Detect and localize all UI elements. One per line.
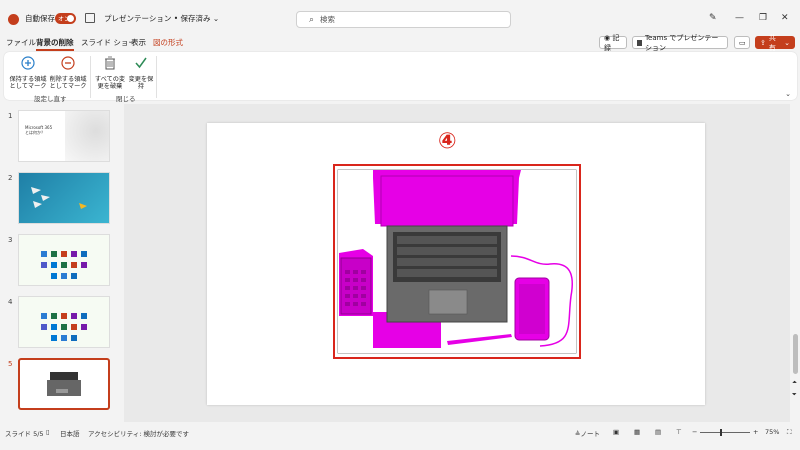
search-placeholder: 検索 [320,15,336,24]
record-button[interactable]: ◉ 記録 [599,34,627,52]
mark-areas-to-remove-button[interactable]: 削除する領域としてマーク [48,53,88,91]
close-button[interactable]: ✕ [781,13,789,23]
app-icons-graphic [41,251,87,279]
scroll-thumb[interactable] [793,334,798,374]
share-label: 共有 [768,33,776,52]
slide-number: 3 [8,236,13,244]
scroll-up-icon[interactable]: ⏶ [792,379,797,387]
app-icons-graphic [41,313,87,341]
slide-thumbnail-3[interactable] [18,234,110,286]
tab-picture-format[interactable]: 図の形式 [153,37,183,48]
slideshow-view-icon[interactable]: ⊤ [676,428,682,436]
slide-number: 4 [8,298,13,306]
step-marker: ④ [438,129,457,154]
mark-keep-icon [21,56,35,70]
autosave-label: 自動保存 [25,14,55,23]
fit-to-window-icon[interactable]: ⛶ [787,428,792,437]
book-icon[interactable]: ▯ [46,428,50,436]
chevron-down-icon: ⌄ [784,38,790,47]
teams-present-button[interactable]: Teams でプレゼンテーション [632,34,728,52]
slide-sorter-icon[interactable]: ▦ [634,428,640,436]
autosave-toggle[interactable]: オン [55,13,76,24]
mark-areas-to-keep-button[interactable]: 保持する領域としてマーク [8,53,48,91]
group-divider [90,56,91,98]
scroll-down-icon[interactable]: ⏷ [792,391,797,399]
comments-icon[interactable]: ▭ [734,36,750,49]
share-icon: ⇪ [760,38,766,47]
mark-keep-label: 保持する領域としてマーク [9,75,47,91]
reading-view-icon[interactable]: ▤ [655,428,661,436]
slide-thumbnail-1[interactable]: Microsoft 365 とは何か？ [18,110,110,162]
slide-canvas[interactable]: ④ [207,123,705,405]
search-icon: ⌕ [309,14,315,25]
zoom-slider-thumb[interactable] [720,429,722,436]
powerpoint-app-icon [8,14,19,25]
restore-button[interactable]: ❐ [759,13,767,23]
slide-thumbnail-2[interactable] [18,172,110,224]
zoom-out-icon[interactable]: − [692,428,697,436]
collapse-ribbon-icon[interactable]: ⌄ [785,90,791,98]
discard-label: すべての変更を破棄 [94,75,126,91]
discard-all-changes-button[interactable]: すべての変更を破棄 [92,53,128,91]
language-status[interactable]: 日本語 [60,428,80,438]
share-button[interactable]: ⇪ 共有 ⌄ [755,34,795,52]
search-input[interactable]: ⌕ 検索 [296,11,511,28]
slide-number: 5 [8,360,13,368]
group-divider [156,56,157,98]
notes-button[interactable]: ≜ノート [575,428,600,438]
teams-label: Teams でプレゼンテーション [644,33,719,52]
zoom-slider[interactable] [700,432,750,433]
zoom-level[interactable]: 75% [765,428,779,436]
laptop-picture [337,169,577,354]
notes-label: ノート [580,430,600,438]
tab-slideshow[interactable]: スライド ショー [81,37,136,48]
paper-planes-graphic [31,187,87,209]
slide-thumbnails-pane: 1 Microsoft 365 とは何か？ 2 3 4 5 [0,104,122,420]
laptop-thumbnail-graphic [47,372,81,396]
status-bar: スライド 5/5 ▯ 日本語 アクセシビリティ: 検討が必要です ≜ノート ▣ … [0,426,800,440]
checkmark-icon [135,57,147,69]
group-label-close: 閉じる [116,95,136,103]
zoom-in-icon[interactable]: + [753,428,758,436]
mark-remove-label: 削除する領域としてマーク [49,75,87,91]
tab-view[interactable]: 表示 [131,37,146,48]
thumb-1-graphic [65,111,109,161]
slide-thumbnail-5-selected[interactable] [18,358,110,410]
keep-changes-label: 変更を保持 [128,75,154,91]
pen-icon[interactable]: ✎ [709,13,717,23]
tab-background-removal[interactable]: 背景の削除 [36,37,74,51]
slide-number: 2 [8,174,13,182]
thumb-1-title: Microsoft 365 とは何か？ [25,125,53,135]
slide-counter: スライド 5/5 [5,430,44,438]
vertical-scrollbar[interactable]: ⏶ ⏷ [791,104,800,420]
mark-remove-icon [61,56,75,70]
keep-changes-button[interactable]: 変更を保持 [128,53,154,91]
save-icon[interactable] [85,13,95,23]
slide-thumbnail-4[interactable] [18,296,110,348]
minimize-button[interactable]: — [735,13,744,23]
accessibility-status[interactable]: アクセシビリティ: 検討が必要です [88,428,189,438]
document-title[interactable]: プレゼンテーション • 保存済み ⌄ [104,13,219,24]
teams-icon [637,39,642,46]
selected-picture[interactable] [333,164,581,359]
trash-icon [105,56,115,70]
slide-number: 1 [8,112,13,120]
slide-canvas-area: ④ [124,104,790,422]
ribbon-panel: 保持する領域としてマーク 削除する領域としてマーク 設定し直す すべての変更を破… [4,52,797,103]
tab-file[interactable]: ファイル [6,37,36,48]
normal-view-icon[interactable]: ▣ [613,428,619,436]
group-label-refine: 設定し直す [34,95,67,103]
title-bar: 自動保存 オン プレゼンテーション • 保存済み ⌄ ⌕ 検索 ✎ — ❐ ✕ [0,0,800,36]
